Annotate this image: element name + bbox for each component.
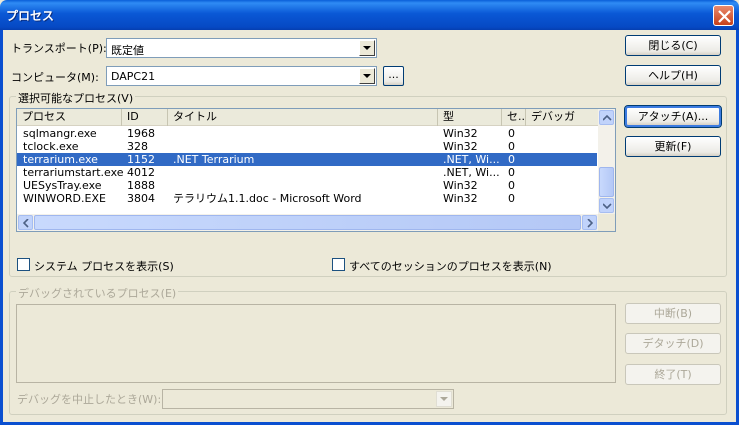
on-stop-select[interactable] xyxy=(162,389,454,409)
chevron-up-icon xyxy=(603,115,612,121)
on-stop-label: デバッグを中止したとき(W): xyxy=(17,393,162,406)
chevron-right-icon xyxy=(587,219,593,228)
horizontal-scrollbar[interactable] xyxy=(17,214,598,231)
table-row[interactable]: tclock.exe 328 Win32 0 xyxy=(17,140,597,153)
computer-label: コンピュータ(M): xyxy=(11,71,99,84)
cell-id: 1152 xyxy=(127,153,155,166)
table-row-selected[interactable]: terrarium.exe 1152 .NET Terrarium .NET, … xyxy=(17,153,597,166)
close-icon xyxy=(718,10,731,23)
cell-process: UESysTray.exe xyxy=(23,179,102,192)
attach-button[interactable]: アタッチ(A)... xyxy=(624,105,722,128)
title-bar: プロセス xyxy=(0,0,739,30)
cell-process: sqlmangr.exe xyxy=(23,127,97,140)
computer-select[interactable]: DAPC21 xyxy=(106,66,377,86)
cell-session: 0 xyxy=(508,192,515,205)
process-list[interactable]: プロセス ID タイトル 型 セ.. デバッガ sqlmangr.exe 196… xyxy=(16,108,616,232)
horizontal-scroll-thumb[interactable] xyxy=(34,215,581,230)
column-id[interactable]: ID xyxy=(122,109,168,126)
cell-session: 0 xyxy=(508,166,515,179)
cell-session: 0 xyxy=(508,127,515,140)
scroll-corner xyxy=(598,214,615,231)
scroll-left-button[interactable] xyxy=(18,215,33,230)
terminate-button[interactable]: 終了(T) xyxy=(625,364,721,385)
cell-type: Win32 xyxy=(443,127,478,140)
show-all-sessions-label[interactable]: すべてのセッションのプロセスを表示(N) xyxy=(349,258,552,274)
cell-type: .NET, Wi... xyxy=(443,166,500,179)
computer-dropdown-button[interactable] xyxy=(359,68,375,84)
vertical-scrollbar[interactable] xyxy=(598,109,615,214)
window-title: プロセス xyxy=(6,9,55,23)
column-title[interactable]: タイトル xyxy=(168,109,438,126)
cell-id: 3804 xyxy=(127,192,155,205)
table-row[interactable]: UESysTray.exe 1888 Win32 0 xyxy=(17,179,597,192)
table-row[interactable]: sqlmangr.exe 1968 Win32 0 xyxy=(17,127,597,140)
transport-dropdown-button[interactable] xyxy=(359,40,375,56)
cell-id: 4012 xyxy=(127,166,155,179)
cell-process: terrariumstart.exe xyxy=(23,166,123,179)
table-row[interactable]: terrariumstart.exe 4012 .NET, Wi... 0 xyxy=(17,166,597,179)
scroll-thumb[interactable] xyxy=(599,167,614,197)
cell-process: tclock.exe xyxy=(23,140,79,153)
transport-label: トランスポート(P): xyxy=(11,42,107,55)
scroll-right-button[interactable] xyxy=(582,215,597,230)
column-type[interactable]: 型 xyxy=(438,109,502,126)
debugged-processes-label: デバッグされているプロセス(E) xyxy=(16,285,179,301)
cell-type: Win32 xyxy=(443,179,478,192)
cell-session: 0 xyxy=(508,179,515,192)
cell-type: Win32 xyxy=(443,192,478,205)
cell-session: 0 xyxy=(508,153,515,166)
cell-process: WINWORD.EXE xyxy=(23,192,106,205)
cell-id: 1888 xyxy=(127,179,155,192)
process-list-header: プロセス ID タイトル 型 セ.. デバッガ xyxy=(17,109,598,126)
cell-type: .NET, Wi... xyxy=(443,153,500,166)
cell-title: テラリウム1.1.doc - Microsoft Word xyxy=(173,192,362,205)
break-button[interactable]: 中断(B) xyxy=(625,303,721,324)
transport-value: 既定値 xyxy=(111,44,144,57)
show-all-sessions-checkbox[interactable] xyxy=(332,258,345,271)
scroll-up-button[interactable] xyxy=(599,110,614,125)
cell-id: 328 xyxy=(127,140,148,153)
on-stop-dropdown-button[interactable] xyxy=(436,391,452,407)
show-system-processes-checkbox[interactable] xyxy=(17,258,30,271)
close-window-button[interactable] xyxy=(713,5,734,26)
browse-computer-button[interactable]: ... xyxy=(383,66,404,86)
chevron-left-icon xyxy=(23,219,29,228)
cell-process: terrarium.exe xyxy=(23,153,98,166)
chevron-down-icon xyxy=(363,46,371,50)
table-row[interactable]: WINWORD.EXE 3804 テラリウム1.1.doc - Microsof… xyxy=(17,192,597,205)
column-session[interactable]: セ.. xyxy=(502,109,526,126)
cell-title: .NET Terrarium xyxy=(173,153,255,166)
chevron-down-icon xyxy=(440,397,448,401)
help-button[interactable]: ヘルプ(H) xyxy=(625,65,721,86)
close-button[interactable]: 閉じる(C) xyxy=(625,35,721,56)
column-debugger[interactable]: デバッガ xyxy=(526,109,598,126)
show-system-processes-label[interactable]: システム プロセスを表示(S) xyxy=(34,258,174,274)
cell-id: 1968 xyxy=(127,127,155,140)
cell-type: Win32 xyxy=(443,140,478,153)
refresh-button[interactable]: 更新(F) xyxy=(625,136,721,157)
chevron-down-icon xyxy=(363,74,371,78)
cell-session: 0 xyxy=(508,140,515,153)
scroll-down-button[interactable] xyxy=(599,198,614,213)
debugged-process-list xyxy=(16,304,616,383)
column-process[interactable]: プロセス xyxy=(17,109,122,126)
transport-select[interactable]: 既定値 xyxy=(106,38,377,58)
detach-button[interactable]: デタッチ(D) xyxy=(625,333,721,354)
computer-value: DAPC21 xyxy=(111,70,156,83)
available-processes-label: 選択可能なプロセス(V) xyxy=(16,90,136,106)
chevron-down-icon xyxy=(603,203,612,209)
